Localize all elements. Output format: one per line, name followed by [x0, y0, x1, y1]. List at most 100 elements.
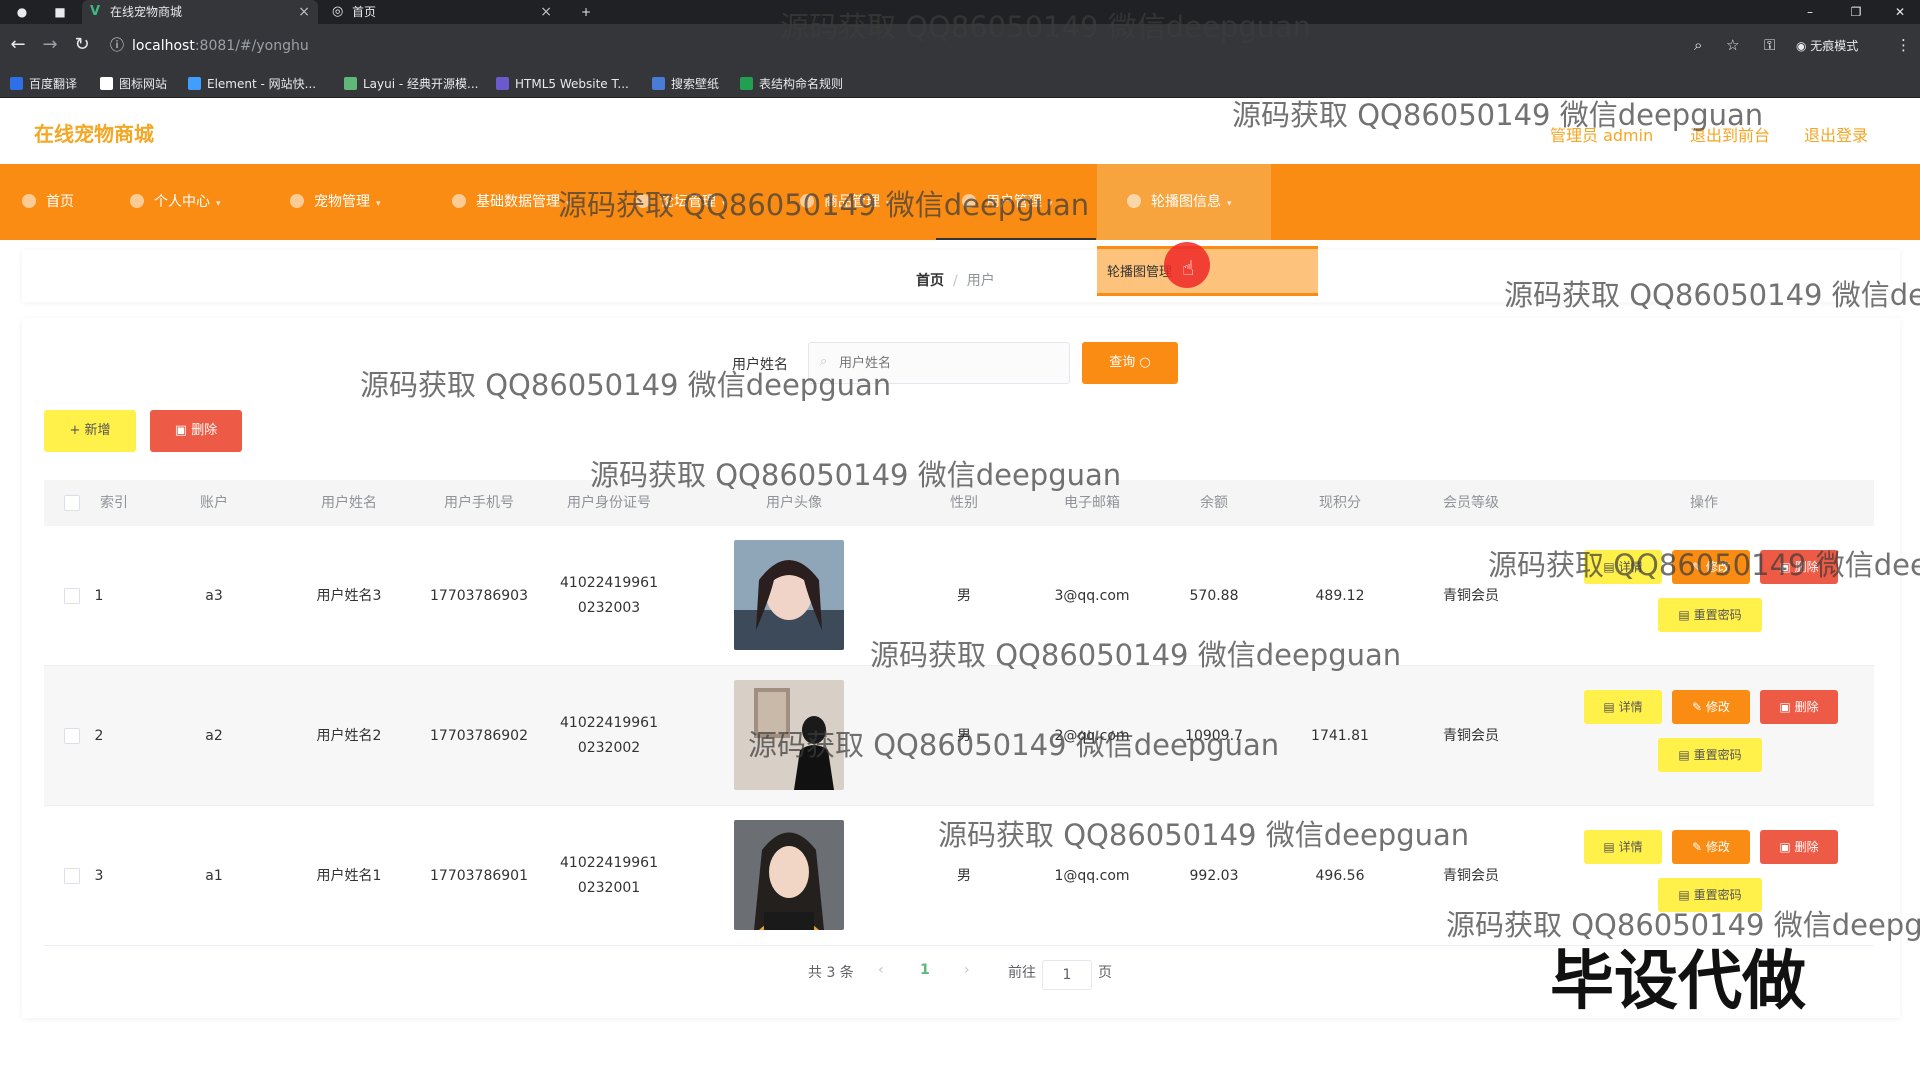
- reload-icon[interactable]: ↻: [70, 34, 94, 55]
- window-close-icon[interactable]: ✕: [1880, 0, 1920, 24]
- delete-button[interactable]: ▣ 删除: [1760, 550, 1838, 584]
- bookmark-item[interactable]: 百度翻译: [10, 76, 77, 92]
- nav-carousel[interactable]: 轮播图信息 ▾: [1097, 164, 1271, 240]
- doc-icon: ▤: [1603, 560, 1619, 574]
- breadcrumb-home[interactable]: 首页: [916, 273, 944, 289]
- delete-button[interactable]: ▣ 删除: [1760, 830, 1838, 864]
- tab-active[interactable]: V 在线宠物商城 ×: [82, 0, 318, 24]
- key-icon[interactable]: ⚿: [1764, 36, 1775, 54]
- incognito-badge[interactable]: ◉ 无痕模式: [1796, 37, 1858, 54]
- bookmark-icon: [740, 77, 753, 90]
- idcard-part: 41022419961: [560, 715, 658, 731]
- forum-icon: [636, 194, 650, 208]
- bookmark-icon: [652, 77, 665, 90]
- chevron-down-icon: ▾: [722, 199, 727, 209]
- nav-home[interactable]: 首页: [22, 164, 74, 240]
- bookmark-item[interactable]: HTML5 Website T...: [496, 76, 629, 92]
- bookmark-item[interactable]: 表结构命名规则: [740, 76, 843, 92]
- user-avatar: [734, 820, 844, 930]
- query-button[interactable]: 查询 ○: [1082, 342, 1178, 384]
- tab-title: 首页: [352, 5, 377, 19]
- nav-forum[interactable]: 论坛管理 ▾: [636, 164, 727, 240]
- cell-phone: 17703786901: [430, 867, 528, 884]
- bookmark-item[interactable]: Layui - 经典开源模...: [344, 76, 478, 92]
- detail-button[interactable]: ▤ 详情: [1584, 690, 1662, 724]
- minimize-icon[interactable]: –: [1790, 0, 1830, 24]
- cell-index: 3: [94, 867, 104, 884]
- reset-password-button[interactable]: ▤ 重置密码: [1658, 878, 1762, 912]
- chevron-down-icon: ▾: [376, 199, 381, 209]
- search-icon: ○: [1139, 355, 1151, 370]
- add-button[interactable]: + 新增: [44, 410, 136, 452]
- hand-cursor-icon: ☝: [1182, 256, 1195, 280]
- bookmark-icon: [344, 77, 357, 90]
- row-checkbox[interactable]: [64, 588, 80, 604]
- search-input[interactable]: [808, 342, 1070, 384]
- tab-inactive[interactable]: ◎ 首页 ×: [324, 0, 560, 24]
- select-all-checkbox[interactable]: [64, 495, 80, 511]
- nav-label: 轮播图信息: [1151, 194, 1221, 210]
- zoom-icon[interactable]: ⌕: [1694, 36, 1702, 54]
- breadcrumb: 首页 / 用户: [916, 270, 995, 290]
- goto-label: 前往: [1008, 965, 1036, 981]
- edit-button[interactable]: ✎ 修改: [1672, 550, 1750, 584]
- next-page-icon[interactable]: ›: [964, 962, 970, 978]
- detail-button[interactable]: ▤ 详情: [1584, 830, 1662, 864]
- menu-icon[interactable]: ⋮: [1896, 36, 1911, 54]
- back-icon[interactable]: ←: [6, 34, 30, 55]
- query-label: 查询: [1109, 355, 1136, 370]
- nav-pets[interactable]: 宠物管理 ▾: [290, 164, 381, 240]
- restore-icon[interactable]: ❐: [1836, 0, 1876, 24]
- table-row: 3 a1 用户姓名1 17703786901 41022419961 023200…: [44, 806, 1874, 946]
- row-checkbox[interactable]: [64, 728, 80, 744]
- page-number[interactable]: 1: [920, 962, 930, 978]
- batch-delete-button[interactable]: ▣ 删除: [150, 410, 242, 452]
- col-idcard: 用户身份证号: [567, 495, 651, 511]
- bookmark-icon: [10, 77, 23, 90]
- page-jump-input[interactable]: [1042, 960, 1092, 990]
- bookmark-item[interactable]: 图标网站: [100, 76, 167, 92]
- dropdown-item-carousel-manage[interactable]: 轮播图管理: [1107, 261, 1172, 280]
- col-index: 索引: [100, 495, 128, 511]
- pinned-tab-icon[interactable]: ■: [44, 0, 76, 24]
- cell-idcard: 41022419961 0232001: [544, 806, 674, 946]
- reset-password-button[interactable]: ▤ 重置密码: [1658, 738, 1762, 772]
- cell-account: a3: [205, 587, 223, 604]
- bookmark-item[interactable]: Element - 网站快...: [188, 76, 316, 92]
- cell-email: 3@qq.com: [1054, 587, 1130, 604]
- nav-basic-data[interactable]: 基础数据管理 ▾: [452, 164, 571, 240]
- nav-profile[interactable]: 个人中心 ▾: [130, 164, 221, 240]
- logout-link[interactable]: 退出登录: [1804, 122, 1868, 146]
- address-bar: ← → ↻ ⓘ localhost:8081/#/yonghu ⌕ ☆ ⚿ ◉ 无…: [0, 24, 1920, 70]
- edit-button[interactable]: ✎ 修改: [1672, 690, 1750, 724]
- url-field[interactable]: ⓘ localhost:8081/#/yonghu: [110, 33, 309, 59]
- cell-points: 1741.81: [1311, 727, 1369, 744]
- main-nav: 首页 个人中心 ▾ 宠物管理 ▾ 基础数据管理 ▾ 论坛管理 ▾ 商品管理 ▾ 用户管理 ▾…: [0, 164, 1920, 240]
- bookmark-icon: [496, 77, 509, 90]
- bookmark-label: Layui - 经典开源模...: [363, 77, 479, 91]
- delete-label: 删除: [191, 423, 218, 438]
- delete-label: 删除: [1794, 840, 1819, 854]
- close-icon[interactable]: ×: [540, 0, 552, 24]
- close-icon[interactable]: ×: [298, 0, 310, 24]
- to-front-link[interactable]: 退出到前台: [1690, 122, 1770, 146]
- detail-label: 详情: [1618, 840, 1643, 854]
- bookmark-item[interactable]: 搜索壁纸: [652, 76, 719, 92]
- delete-button[interactable]: ▣ 删除: [1760, 690, 1838, 724]
- current-user: 管理员 admin: [1550, 126, 1654, 145]
- new-tab-button[interactable]: +: [566, 0, 606, 24]
- nav-users[interactable]: 用户管理 ▾: [962, 164, 1053, 240]
- data-icon: [452, 194, 466, 208]
- reset-password-button[interactable]: ▤ 重置密码: [1658, 598, 1762, 632]
- search-icon: ⌕: [820, 354, 828, 369]
- detail-button[interactable]: ▤ 详情: [1584, 550, 1662, 584]
- nav-goods[interactable]: 商品管理 ▾: [800, 164, 891, 240]
- row-checkbox[interactable]: [64, 868, 80, 884]
- site-logo[interactable]: 在线宠物商城: [34, 118, 154, 147]
- browser-tab-bar: ● ■ V 在线宠物商城 × ◎ 首页 × + – ❐ ✕: [0, 0, 1920, 24]
- edit-button[interactable]: ✎ 修改: [1672, 830, 1750, 864]
- cell-points: 496.56: [1315, 867, 1365, 884]
- prev-page-icon[interactable]: ‹: [878, 962, 884, 978]
- forward-icon[interactable]: →: [38, 34, 62, 55]
- star-icon[interactable]: ☆: [1726, 36, 1739, 54]
